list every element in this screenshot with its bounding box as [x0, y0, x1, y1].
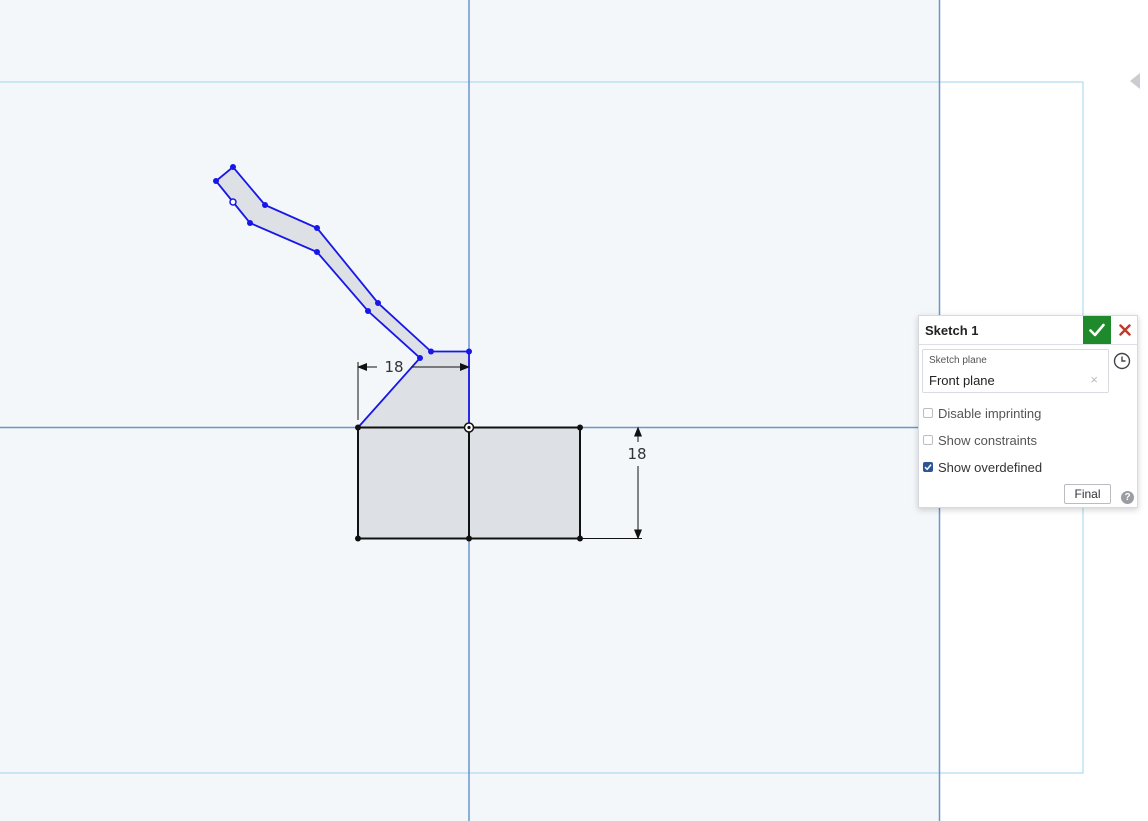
open-vertex[interactable]: [229, 198, 237, 206]
canvas-background: [0, 0, 940, 821]
collapse-panel-arrow-icon[interactable]: [1130, 73, 1140, 89]
left-rectangle-region[interactable]: [358, 427, 469, 539]
show-overdefined-label: Show overdefined: [938, 459, 1043, 475]
sketch-feature-panel: Sketch 1 Sketch plane Front plane × Disa…: [918, 315, 1138, 508]
clear-plane-close-icon[interactable]: ×: [1090, 372, 1098, 387]
cancel-button[interactable]: [1114, 316, 1136, 344]
close-icon: [1119, 324, 1131, 336]
show-constraints-checkbox[interactable]: [923, 435, 933, 445]
sketch-plane-field[interactable]: Sketch plane Front plane ×: [922, 349, 1109, 393]
origin-point[interactable]: [463, 422, 475, 433]
panel-header: Sketch 1: [919, 316, 1137, 345]
help-icon[interactable]: ?: [1121, 491, 1134, 504]
sketch-plane-value[interactable]: Front plane: [929, 373, 995, 388]
final-button[interactable]: Final: [1064, 484, 1111, 504]
checkmark-icon: [1089, 323, 1105, 337]
sketch-plane-label: Sketch plane: [929, 355, 987, 366]
show-constraints-option[interactable]: Show constraints: [923, 432, 1037, 448]
disable-imprinting-option[interactable]: Disable imprinting: [923, 405, 1041, 421]
panel-title: Sketch 1: [925, 323, 979, 338]
disable-imprinting-checkbox[interactable]: [923, 408, 933, 418]
checkbox-check-icon: [924, 464, 932, 471]
disable-imprinting-label: Disable imprinting: [938, 405, 1042, 421]
show-overdefined-option[interactable]: Show overdefined: [923, 459, 1042, 475]
show-constraints-label: Show constraints: [938, 432, 1037, 448]
horizontal-dimension-value[interactable]: 18: [384, 358, 403, 376]
vertical-dimension-value[interactable]: 18: [627, 445, 646, 463]
accept-button[interactable]: [1083, 316, 1111, 344]
show-overdefined-checkbox[interactable]: [923, 462, 933, 472]
clock-icon[interactable]: [1113, 352, 1131, 370]
right-rectangle-region[interactable]: [469, 427, 580, 539]
graphics-viewport[interactable]: 18 18 Sketch 1 Sketch plane Front plane …: [0, 0, 1148, 821]
